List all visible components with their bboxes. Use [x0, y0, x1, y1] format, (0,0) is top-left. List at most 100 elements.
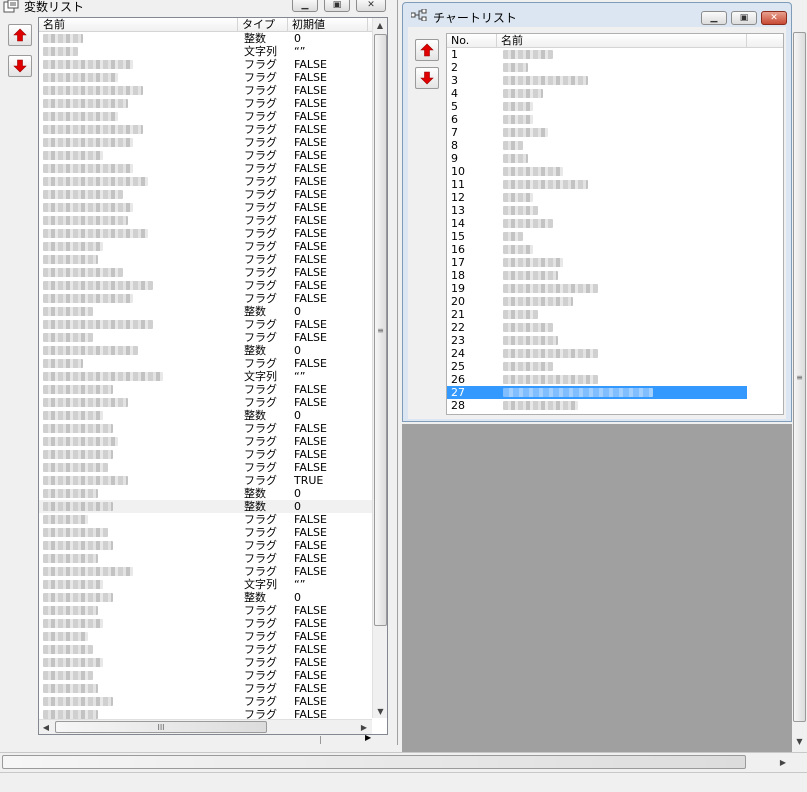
list-item[interactable]: 9 [447, 152, 747, 165]
table-row[interactable]: フラグ FALSE [39, 318, 387, 331]
minimize-button[interactable]: ▁ [292, 0, 318, 12]
list-item[interactable]: 24 [447, 347, 747, 360]
table-row[interactable]: 文字列 “” [39, 578, 387, 591]
table-row[interactable]: 整数 0 [39, 487, 387, 500]
restore-button[interactable]: ▣ [324, 0, 350, 12]
variable-list-vscrollbar[interactable]: ▲ ≡ ▼ [372, 18, 387, 718]
list-item[interactable]: 14 [447, 217, 747, 230]
table-row[interactable]: フラグ FALSE [39, 383, 387, 396]
main-vscroll-thumb[interactable]: ≡ [793, 32, 806, 722]
column-header-type[interactable]: タイプ [238, 18, 288, 31]
table-row[interactable]: フラグ FALSE [39, 227, 387, 240]
main-hscroll-thumb[interactable] [2, 755, 746, 769]
main-scroll-down-arrow-icon[interactable]: ▼ [792, 734, 807, 748]
list-item[interactable]: 21 [447, 308, 747, 321]
list-item[interactable]: 15 [447, 230, 747, 243]
splitter-handle[interactable]: ▶ [320, 733, 372, 744]
table-row[interactable]: フラグ FALSE [39, 84, 387, 97]
table-row[interactable]: フラグ FALSE [39, 448, 387, 461]
table-row[interactable]: フラグ FALSE [39, 539, 387, 552]
table-row[interactable]: フラグ FALSE [39, 669, 387, 682]
list-item[interactable]: 12 [447, 191, 747, 204]
table-row[interactable]: フラグ FALSE [39, 97, 387, 110]
table-row[interactable]: フラグ FALSE [39, 201, 387, 214]
chart-restore-button[interactable]: ▣ [731, 11, 757, 25]
table-row[interactable]: 文字列 “” [39, 370, 387, 383]
table-row[interactable]: フラグ FALSE [39, 565, 387, 578]
column-header-name[interactable]: 名前 [497, 34, 747, 47]
list-item[interactable]: 13 [447, 204, 747, 217]
table-row[interactable]: フラグ FALSE [39, 292, 387, 305]
table-row[interactable]: フラグ FALSE [39, 695, 387, 708]
list-item[interactable]: 2 [447, 61, 747, 74]
column-header-initial-value[interactable]: 初期値 [288, 18, 368, 31]
scroll-right-arrow-icon[interactable]: ▶ [357, 720, 371, 734]
table-row[interactable]: フラグ FALSE [39, 136, 387, 149]
table-row[interactable]: フラグ FALSE [39, 643, 387, 656]
chart-minimize-button[interactable]: ▁ [701, 11, 727, 25]
scroll-left-arrow-icon[interactable]: ◀ [39, 720, 53, 734]
table-row[interactable]: フラグ FALSE [39, 461, 387, 474]
table-row[interactable]: 整数 0 [39, 32, 387, 45]
table-row[interactable]: 整数 0 [39, 500, 387, 513]
move-down-button[interactable] [8, 55, 32, 77]
list-item[interactable]: 17 [447, 256, 747, 269]
hscroll-thumb[interactable]: III [55, 721, 267, 733]
list-item[interactable]: 28 [447, 399, 747, 412]
chart-close-button[interactable]: ✕ [761, 11, 787, 25]
table-row[interactable]: フラグ FALSE [39, 526, 387, 539]
list-item[interactable]: 19 [447, 282, 747, 295]
list-item[interactable]: 11 [447, 178, 747, 191]
table-row[interactable]: フラグ FALSE [39, 396, 387, 409]
table-row[interactable]: フラグ FALSE [39, 110, 387, 123]
table-row[interactable]: 文字列 “” [39, 45, 387, 58]
table-row[interactable]: フラグ TRUE [39, 474, 387, 487]
list-item[interactable]: 26 [447, 373, 747, 386]
vscroll-thumb[interactable]: ≡ [374, 34, 387, 626]
list-item[interactable]: 25 [447, 360, 747, 373]
chart-move-down-button[interactable] [415, 67, 439, 89]
table-row[interactable]: フラグ FALSE [39, 422, 387, 435]
table-row[interactable]: フラグ FALSE [39, 58, 387, 71]
main-vscrollbar[interactable]: ≡ ▼ [792, 22, 807, 750]
table-row[interactable]: 整数 0 [39, 344, 387, 357]
table-row[interactable]: フラグ FALSE [39, 123, 387, 136]
main-scroll-right-arrow-icon[interactable]: ▶ [776, 755, 790, 769]
table-row[interactable]: フラグ FALSE [39, 604, 387, 617]
list-item[interactable]: 3 [447, 74, 747, 87]
list-item[interactable]: 23 [447, 334, 747, 347]
move-up-button[interactable] [8, 24, 32, 46]
table-row[interactable]: フラグ FALSE [39, 149, 387, 162]
table-row[interactable]: フラグ FALSE [39, 331, 387, 344]
chart-move-up-button[interactable] [415, 39, 439, 61]
list-item[interactable]: 5 [447, 100, 747, 113]
table-row[interactable]: フラグ FALSE [39, 253, 387, 266]
close-button[interactable]: ✕ [356, 0, 386, 12]
list-item[interactable]: 8 [447, 139, 747, 152]
chart-list-view[interactable]: No. 名前 1 2 3 4 5 6 7 8 9 10 11 12 13 14 15 16 17 18 19 20 21… [446, 33, 784, 415]
list-item[interactable]: 27 [447, 386, 747, 399]
table-row[interactable]: フラグ FALSE [39, 656, 387, 669]
table-row[interactable]: 整数 0 [39, 591, 387, 604]
table-row[interactable]: フラグ FALSE [39, 266, 387, 279]
table-row[interactable]: フラグ FALSE [39, 682, 387, 695]
table-row[interactable]: フラグ FALSE [39, 617, 387, 630]
column-header-number[interactable]: No. [447, 34, 497, 47]
list-item[interactable]: 1 [447, 48, 747, 61]
list-item[interactable]: 18 [447, 269, 747, 282]
main-hscrollbar[interactable]: ▶ [0, 752, 807, 772]
variable-list-view[interactable]: 名前 タイプ 初期値 整数 0 文字列 “” フラグ FALSE フラグ FALSE フラグ FA… [38, 17, 388, 735]
table-row[interactable]: フラグ FALSE [39, 175, 387, 188]
scroll-down-arrow-icon[interactable]: ▼ [373, 704, 388, 718]
table-row[interactable]: フラグ FALSE [39, 162, 387, 175]
table-row[interactable]: フラグ FALSE [39, 279, 387, 292]
table-row[interactable]: 整数 0 [39, 409, 387, 422]
list-item[interactable]: 6 [447, 113, 747, 126]
table-row[interactable]: フラグ FALSE [39, 552, 387, 565]
variable-list-hscrollbar[interactable]: ◀ III ▶ [39, 719, 372, 734]
list-item[interactable]: 7 [447, 126, 747, 139]
list-item[interactable]: 4 [447, 87, 747, 100]
table-row[interactable]: フラグ FALSE [39, 71, 387, 84]
list-item[interactable]: 22 [447, 321, 747, 334]
column-header-name[interactable]: 名前 [39, 18, 238, 31]
